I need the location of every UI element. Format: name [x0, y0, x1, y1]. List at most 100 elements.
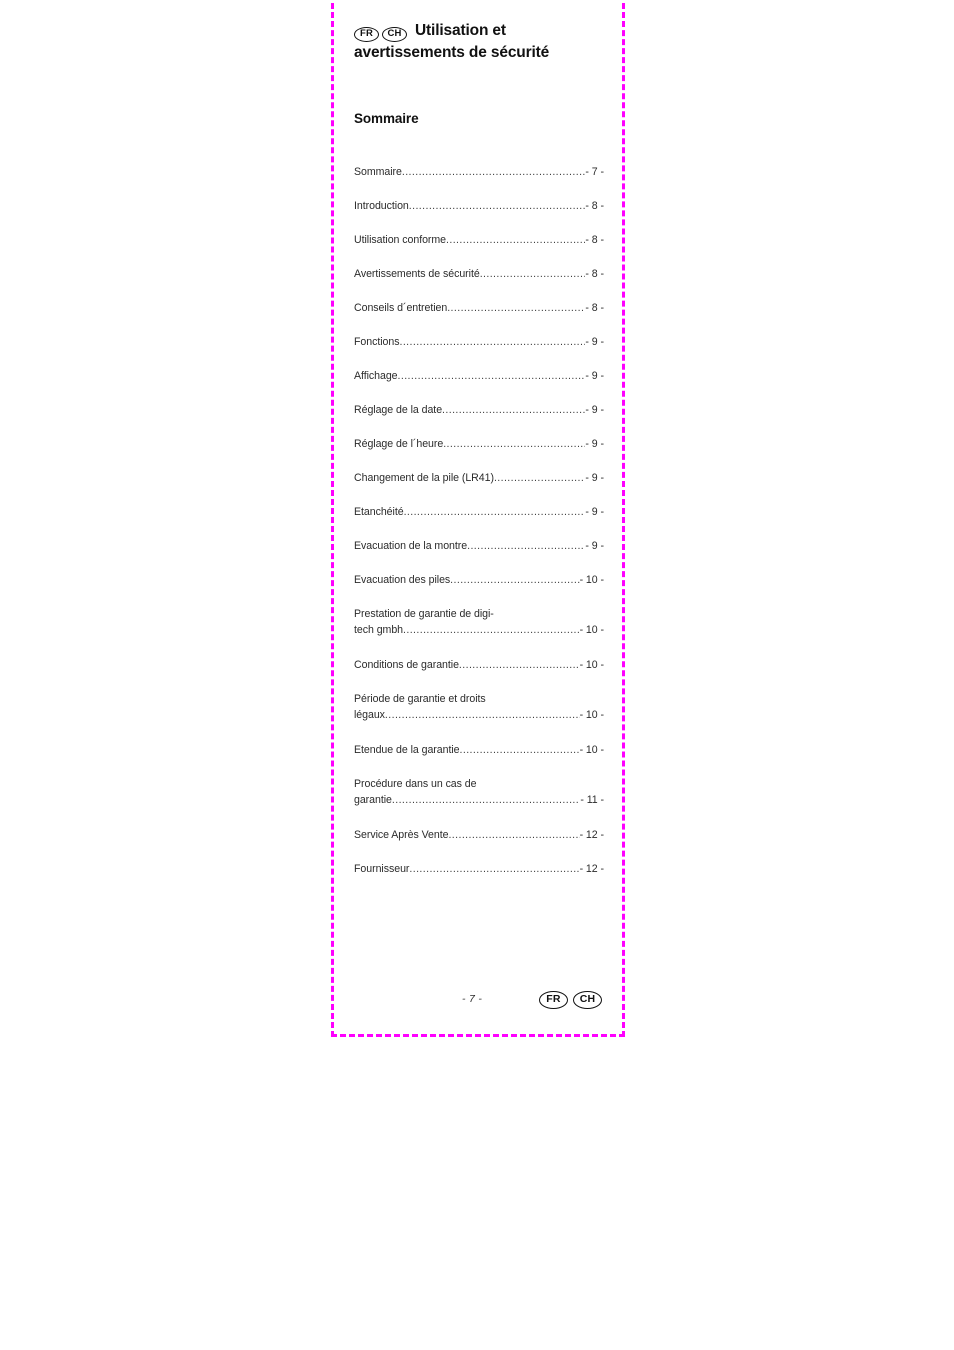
toc-entry-label: Evacuation de la montre — [354, 540, 468, 552]
toc-entry[interactable]: Réglage de la date......................… — [354, 402, 604, 436]
toc-entry-page-number: - 10 - — [579, 744, 604, 756]
toc-entry-line: garantie................................… — [354, 792, 604, 808]
toc-entry-label-first-line: Période de garantie et droits — [354, 693, 486, 705]
toc-entry[interactable]: Evacuation de la montre.................… — [354, 538, 604, 572]
toc-entry-page-number: - 8 - — [585, 268, 604, 280]
toc-entry-line: Fournisseur.............................… — [354, 861, 604, 877]
toc-entry-line: Conseils d´entretien....................… — [354, 300, 604, 316]
toc-entry[interactable]: Avertissements de sécurité..............… — [354, 266, 604, 300]
document-footer: - 7 - FR CH — [334, 989, 628, 1017]
country-badge-ch: CH — [382, 27, 407, 42]
toc-entry-page-number: - 9 - — [585, 506, 604, 518]
toc-entry-label: Changement de la pile (LR41) — [354, 472, 494, 484]
toc-entry-page-number: - 9 - — [585, 404, 604, 416]
toc-entry-label: Réglage de la date — [354, 404, 443, 416]
toc-entry-line: Changement de la pile (LR41)............… — [354, 470, 604, 486]
toc-leader-dots: ........................................… — [493, 472, 585, 484]
toc-entry-line: tech gmbh...............................… — [354, 622, 604, 638]
toc-entry[interactable]: Fonctions...............................… — [354, 334, 604, 368]
toc-entry[interactable]: Changement de la pile (LR41)............… — [354, 470, 604, 504]
toc-entry-page-number: - 10 - — [579, 574, 604, 586]
toc-entry-page-number: - 7 - — [585, 166, 604, 178]
toc-leader-dots: ........................................… — [450, 574, 580, 586]
toc-entry[interactable]: Fournisseur.............................… — [354, 861, 604, 895]
toc-entry-label: Réglage de l´heure — [354, 438, 444, 450]
toc-entry-label: Utilisation conforme — [354, 234, 447, 246]
footer-country-badge-fr: FR — [539, 991, 568, 1009]
toc-leader-dots: ........................................… — [458, 659, 580, 671]
country-badge-fr: FR — [354, 27, 379, 42]
toc-leader-dots: ........................................… — [443, 438, 585, 450]
header-title-line-1: FR CH Utilisation et — [354, 20, 610, 42]
toc-leader-dots: ........................................… — [403, 624, 580, 636]
toc-leader-dots: ........................................… — [384, 709, 580, 721]
toc-entry[interactable]: Conseils d´entretien....................… — [354, 300, 604, 334]
toc-entry-page-number: - 9 - — [585, 540, 604, 552]
toc-entry[interactable]: Etanchéité..............................… — [354, 504, 604, 538]
toc-entry-line: Avertissements de sécurité..............… — [354, 266, 604, 282]
toc-entry-page-number: - 10 - — [579, 709, 604, 721]
document-header: FR CH Utilisation et avertissements de sé… — [354, 20, 610, 63]
toc-entry-label-first-line: Prestation de garantie de digi- — [354, 608, 494, 620]
toc-entry[interactable]: Affichage...............................… — [354, 368, 604, 402]
toc-heading: Sommaire — [354, 111, 419, 126]
toc-entry-label: Introduction — [354, 200, 409, 212]
toc-entry-line: Réglage de la date......................… — [354, 402, 604, 418]
toc-entry-label: Etanchéité — [354, 506, 404, 518]
toc-entry-line: Service Après Vente.....................… — [354, 827, 604, 843]
toc-leader-dots: ........................................… — [448, 829, 579, 841]
toc-list: Sommaire................................… — [354, 164, 604, 895]
toc-entry[interactable]: Utilisation conforme....................… — [354, 232, 604, 266]
header-country-badges: FR CH — [354, 21, 410, 42]
toc-entry-page-number: - 8 - — [585, 234, 604, 246]
toc-leader-dots: ........................................… — [391, 794, 580, 806]
toc-entry-page-number: - 9 - — [585, 472, 604, 484]
toc-leader-dots: ........................................… — [442, 404, 585, 416]
toc-entry-label: Avertissements de sécurité — [354, 268, 480, 280]
toc-entry-label: Service Après Vente — [354, 829, 449, 841]
toc-entry-label: légaux — [354, 709, 385, 721]
footer-page-number: - 7 - — [462, 993, 483, 1005]
toc-leader-dots: ........................................… — [446, 234, 586, 246]
toc-entry-page-number: - 11 - — [580, 794, 604, 806]
toc-entry-line: Réglage de l´heure......................… — [354, 436, 604, 452]
toc-entry-label: Fournisseur — [354, 863, 410, 875]
toc-entry-label: Conseils d´entretien — [354, 302, 448, 314]
toc-entry-page-number: - 10 - — [579, 659, 604, 671]
toc-entry-label-first-line: Procédure dans un cas de — [354, 778, 477, 790]
toc-entry-label: tech gmbh — [354, 624, 404, 636]
page-content: FR CH Utilisation et avertissements de sé… — [334, 0, 628, 1037]
toc-entry-label: Evacuation des piles — [354, 574, 451, 586]
toc-entry[interactable]: Prestation de garantie de digi-tech gmbh… — [354, 606, 604, 657]
header-title-line-2: avertissements de sécurité — [354, 44, 550, 61]
toc-entry-label: Etendue de la garantie — [354, 744, 460, 756]
toc-leader-dots: ........................................… — [409, 863, 580, 875]
toc-entry[interactable]: Evacuation des piles....................… — [354, 572, 604, 606]
header-title-text-1: Utilisation et — [415, 22, 506, 39]
toc-entry[interactable]: Introduction............................… — [354, 198, 604, 232]
toc-entry[interactable]: Service Après Vente.....................… — [354, 827, 604, 861]
toc-entry[interactable]: Réglage de l´heure......................… — [354, 436, 604, 470]
toc-entry-page-number: - 8 - — [585, 302, 604, 314]
toc-entry-line: Evacuation de la montre.................… — [354, 538, 604, 554]
toc-entry-label: Affichage — [354, 370, 398, 382]
toc-entry[interactable]: Etendue de la garantie..................… — [354, 742, 604, 776]
toc-entry[interactable]: Période de garantie et droits légaux.....… — [354, 691, 604, 742]
toc-leader-dots: ........................................… — [403, 506, 586, 518]
toc-entry-page-number: - 12 - — [579, 863, 604, 875]
toc-entry-line: Utilisation conforme....................… — [354, 232, 604, 248]
toc-entry-line: Evacuation des piles....................… — [354, 572, 604, 588]
toc-leader-dots: ........................................… — [479, 268, 586, 280]
toc-entry[interactable]: Procédure dans un cas de garantie........… — [354, 776, 604, 827]
toc-leader-dots: ........................................… — [401, 166, 586, 178]
toc-entry-page-number: - 12 - — [579, 829, 604, 841]
toc-entry-page-number: - 10 - — [579, 624, 604, 636]
toc-entry-line: Introduction............................… — [354, 198, 604, 214]
toc-entry[interactable]: Conditions de garantie..................… — [354, 657, 604, 691]
toc-entry-line: Fonctions...............................… — [354, 334, 604, 350]
toc-entry-page-number: - 9 - — [585, 438, 604, 450]
footer-country-badges: FR CH — [539, 989, 607, 1009]
toc-entry[interactable]: Sommaire................................… — [354, 164, 604, 198]
toc-leader-dots: ........................................… — [447, 302, 585, 314]
toc-entry-line: Conditions de garantie..................… — [354, 657, 604, 673]
